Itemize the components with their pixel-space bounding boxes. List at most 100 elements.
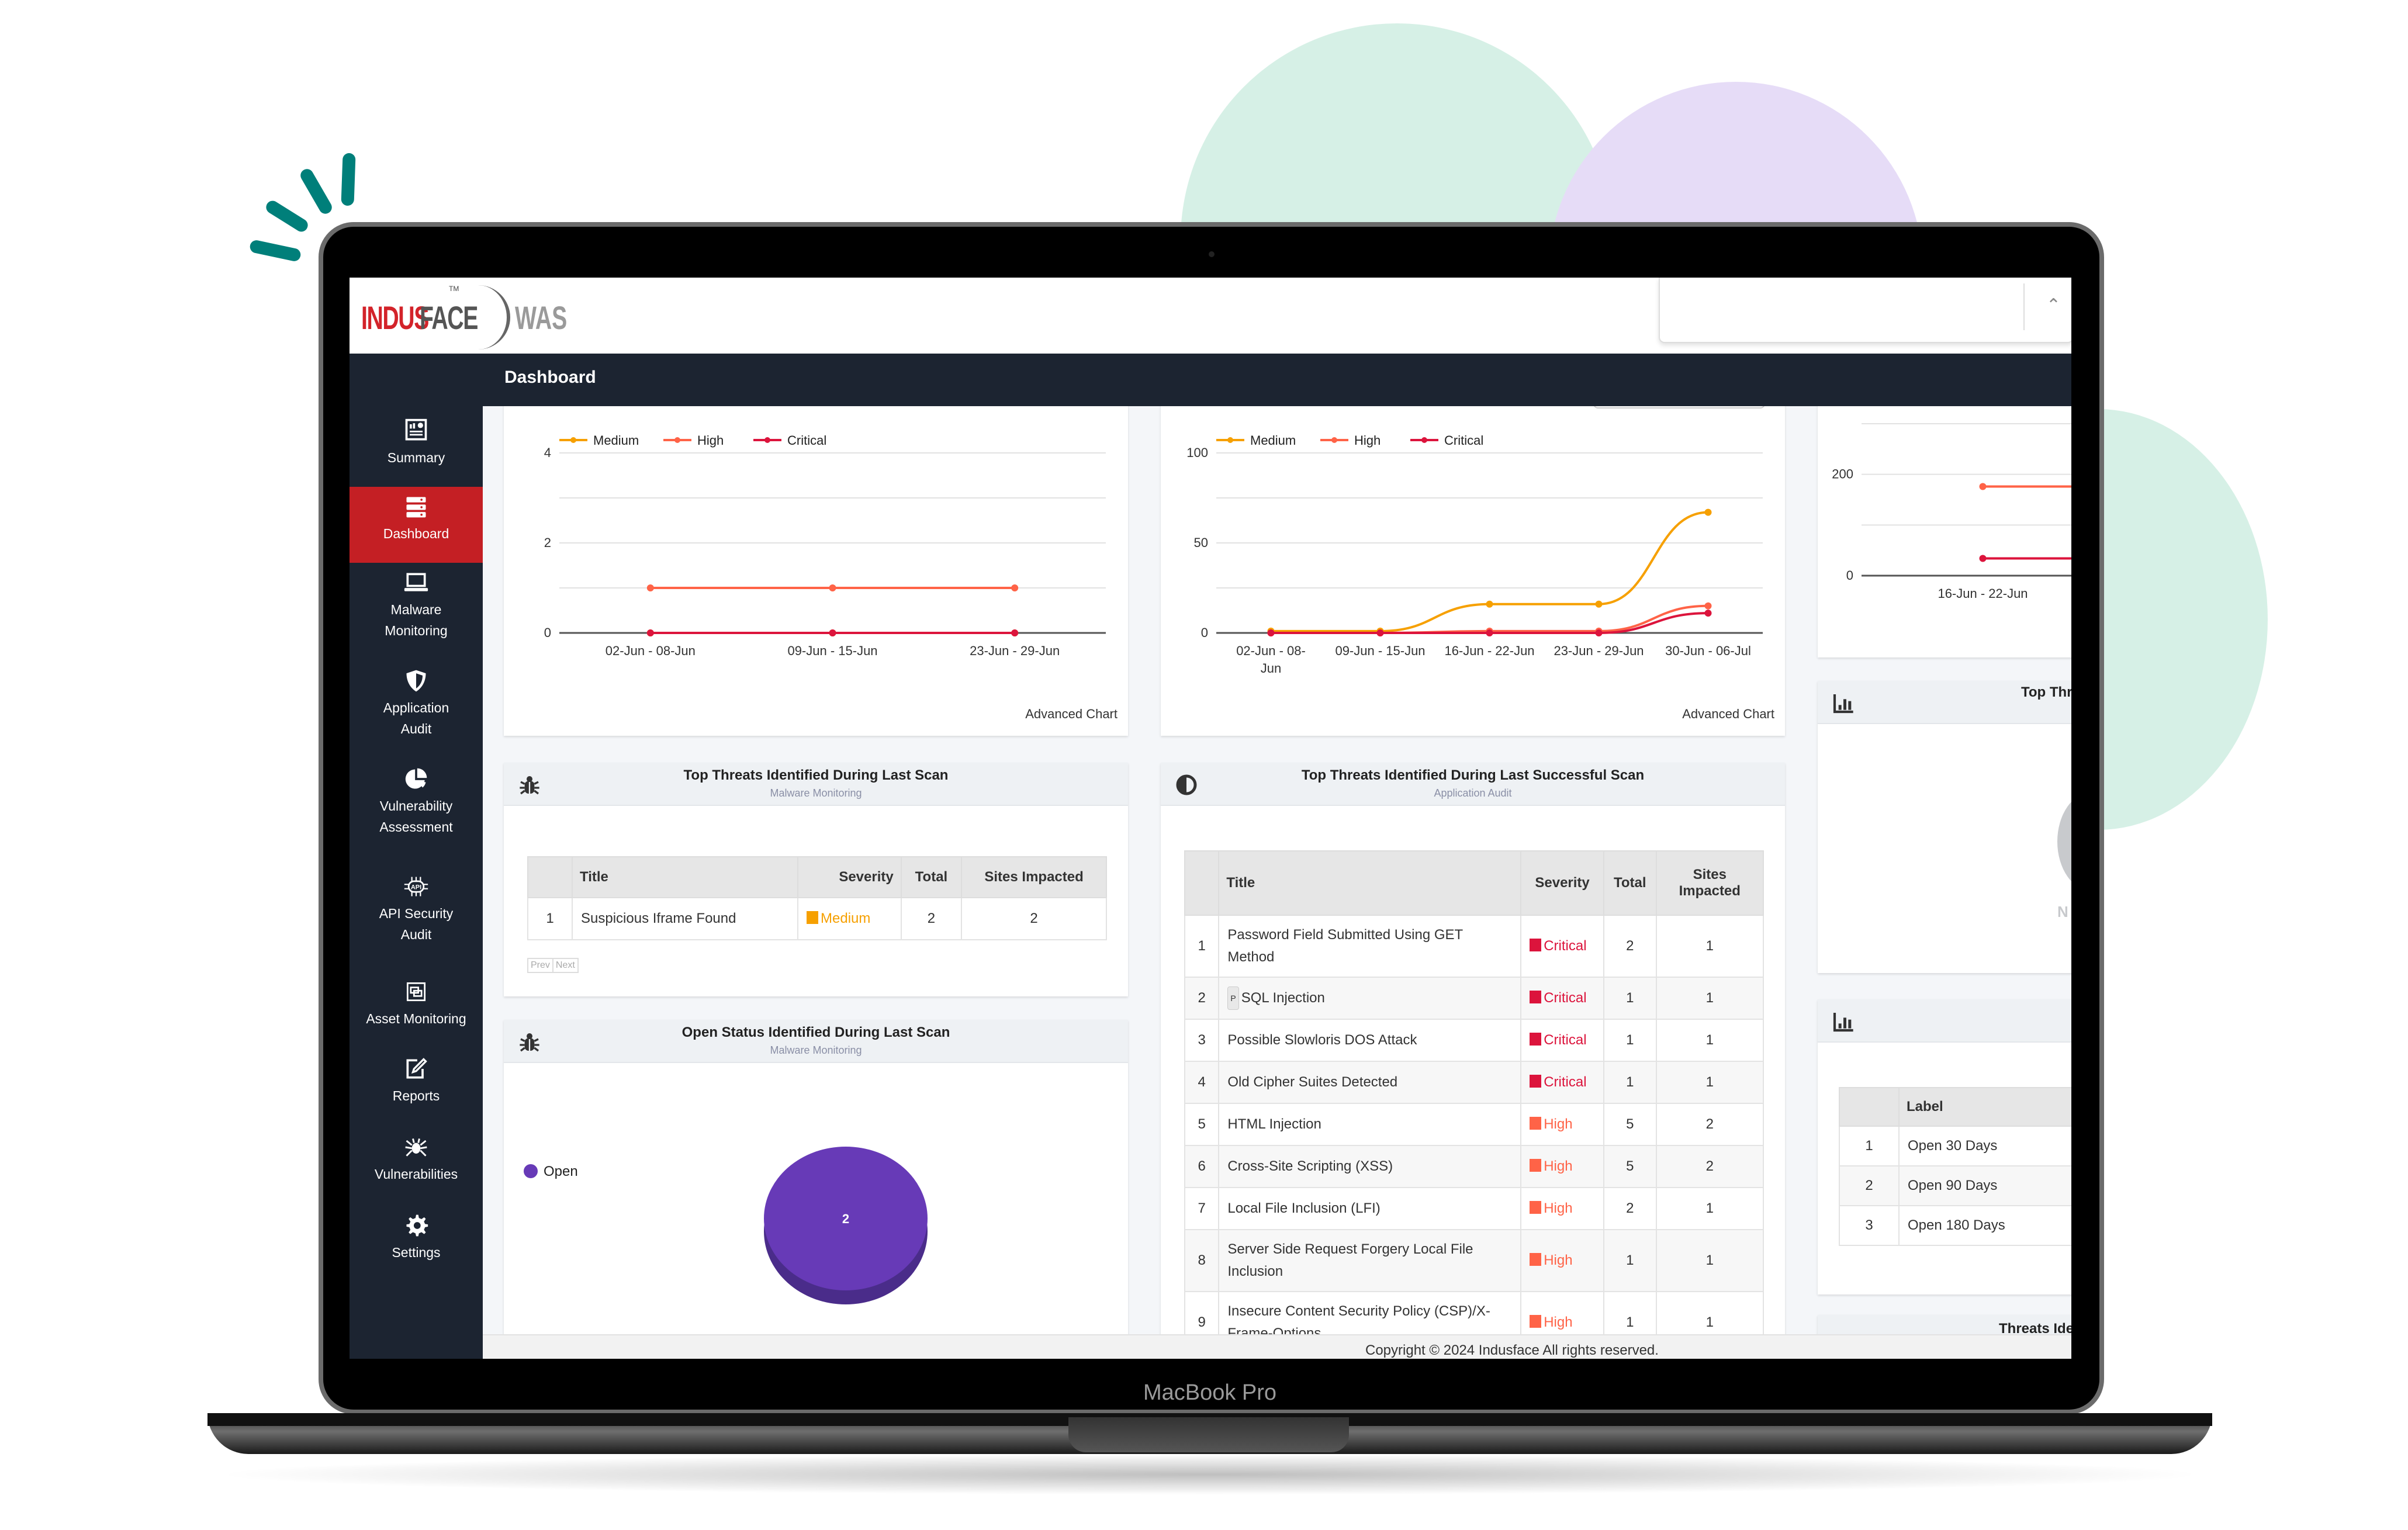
data-point-critical bbox=[646, 629, 654, 636]
cell-sites-impacted: 1 bbox=[1655, 1187, 1765, 1230]
legend-swatch-dot bbox=[570, 437, 576, 443]
sidebar-item-application-audit[interactable]: Application Audit bbox=[350, 668, 483, 739]
threat-title[interactable]: Possible Slowloris DOS Attack bbox=[1227, 1032, 1417, 1048]
brand-logo[interactable]: INDUS FACE WAS TM bbox=[361, 285, 590, 349]
panel-title: Open Status Identified During Last Scan bbox=[681, 1024, 950, 1040]
cell-severity: Critical bbox=[1520, 1019, 1604, 1062]
legend-item-medium: Medium bbox=[1216, 433, 1296, 448]
logo-arc bbox=[474, 285, 510, 349]
cell-title: Cross-Site Scripting (XSS) bbox=[1218, 1145, 1522, 1188]
table-row[interactable]: 3 Possible Slowloris DOS Attack Critical 1 1 bbox=[1184, 1019, 1765, 1062]
severity-label: High bbox=[1544, 1158, 1573, 1174]
summary-icon bbox=[405, 418, 427, 441]
panel-subtitle: Malware Monitoring bbox=[770, 1044, 862, 1056]
cell-total: 5 bbox=[1603, 1145, 1657, 1188]
legend-item-open: Open bbox=[524, 1164, 578, 1179]
spider-icon bbox=[405, 1138, 427, 1157]
prev-button[interactable]: Prev bbox=[528, 959, 552, 972]
cell-sites-impacted: 1 bbox=[1655, 977, 1765, 1020]
table-row[interactable]: 8 Server Side Request Forgery Local File … bbox=[1184, 1229, 1765, 1292]
table-row[interactable]: 1 Open 30 Days bbox=[1839, 1126, 2071, 1166]
legend-swatch-dot bbox=[1227, 437, 1233, 443]
account-select[interactable]: ⌃ bbox=[1659, 278, 2071, 343]
chevron-up-icon[interactable]: ⌃ bbox=[2046, 295, 2061, 316]
severity-label: High bbox=[1544, 1116, 1573, 1132]
col-title: Title bbox=[572, 856, 798, 898]
cell-index: 5 bbox=[1184, 1103, 1220, 1146]
cell-title: Possible Slowloris DOS Attack bbox=[1218, 1019, 1522, 1062]
cell-label: Open 90 Days bbox=[1898, 1165, 2071, 1206]
laptop-notch bbox=[1068, 1417, 1349, 1452]
copyright-text: Copyright © 2024 Indusface All rights re… bbox=[1365, 1342, 1659, 1358]
y-tick-label: 4 bbox=[544, 445, 551, 460]
data-point-critical bbox=[1267, 629, 1275, 636]
cell-severity: High bbox=[1520, 1103, 1604, 1146]
legend-swatch-dot bbox=[1421, 437, 1427, 443]
data-point-high bbox=[829, 584, 836, 591]
threat-title[interactable]: Cross-Site Scripting (XSS) bbox=[1227, 1158, 1393, 1174]
x-tick-label: 02-Jun - 08- bbox=[1236, 643, 1306, 658]
severity-swatch bbox=[1530, 1033, 1542, 1046]
threat-title[interactable]: Local File Inclusion (LFI) bbox=[1227, 1200, 1380, 1216]
shield-icon bbox=[406, 670, 426, 692]
advanced-chart-link[interactable]: Advanced Chart bbox=[1682, 707, 1774, 721]
table-row[interactable]: 3 Open 180 Days bbox=[1839, 1205, 2071, 1246]
data-point-critical bbox=[1486, 629, 1493, 636]
cell-sites-impacted: 2 bbox=[961, 897, 1107, 940]
table-row[interactable]: 7 Local File Inclusion (LFI) High 2 1 bbox=[1184, 1187, 1765, 1230]
table-row[interactable]: 5 HTML Injection High 5 2 bbox=[1184, 1103, 1765, 1146]
sidebar-item-malware-monitoring[interactable]: Malware Monitoring bbox=[350, 570, 483, 641]
table-row[interactable]: 4 Old Cipher Suites Detected Critical 1 1 bbox=[1184, 1061, 1765, 1104]
sidebar-item-vulnerability-assessment[interactable]: Vulnerability Assessment bbox=[350, 766, 483, 837]
sidebar-item-settings[interactable]: Settings bbox=[350, 1213, 483, 1263]
severity-swatch bbox=[807, 911, 818, 924]
threat-title[interactable]: HTML Injection bbox=[1227, 1116, 1321, 1132]
sidebar-item-vulnerabilities[interactable]: Vulnerabilities bbox=[350, 1134, 483, 1185]
table-header-row: Label bbox=[1839, 1087, 2071, 1127]
y-tick-label: 0 bbox=[1846, 568, 1853, 583]
table-row[interactable]: 2 P SQL Injection Critical 1 1 bbox=[1184, 977, 1765, 1020]
threat-title[interactable]: SQL Injection bbox=[1241, 990, 1325, 1006]
threat-title[interactable]: Server Side Request Forgery Local File I… bbox=[1227, 1241, 1473, 1279]
cell-title: Local File Inclusion (LFI) bbox=[1218, 1187, 1522, 1230]
col-total: Total bbox=[900, 856, 963, 898]
next-button[interactable]: Next bbox=[552, 959, 577, 972]
cell-title: Password Field Submitted Using GET Metho… bbox=[1218, 915, 1522, 978]
panel-trend-chart-malware: 0 2 4 02-Jun - 08-Jun 09-Jun - 15-Jun 23-Jun … bbox=[504, 406, 1128, 736]
advanced-chart-link[interactable]: Advanced Chart bbox=[1025, 707, 1117, 721]
table-row[interactable]: 1 Password Field Submitted Using GET Meth… bbox=[1184, 915, 1765, 978]
severity-label: Critical bbox=[1544, 1032, 1587, 1048]
severity-label: High bbox=[1544, 1252, 1573, 1268]
sidebar-item-reports[interactable]: Reports bbox=[350, 1056, 483, 1106]
range-select[interactable] bbox=[1593, 406, 1765, 409]
panel-right-open-days: Label 1 Open 30 Days 2 Open 90 Days 3 Open 18… bbox=[1818, 999, 2071, 1294]
legend-label: Open bbox=[544, 1164, 578, 1179]
data-point-high bbox=[1979, 483, 1987, 490]
cell-title: HTML Injection bbox=[1218, 1103, 1522, 1146]
y-tick-label: 200 bbox=[1832, 467, 1853, 482]
x-tick-label: 16-Jun - 22-Jun bbox=[1444, 643, 1534, 658]
cell-title: Suspicious Iframe Found bbox=[572, 897, 798, 940]
sidebar-item-asset-monitoring[interactable]: Asset Monitoring bbox=[350, 979, 483, 1029]
table-row[interactable]: 1 Suspicious Iframe Found Medium 2 2 bbox=[527, 897, 1107, 940]
threat-title[interactable]: Old Cipher Suites Detected bbox=[1227, 1074, 1397, 1090]
table-row[interactable]: 2 Open 90 Days bbox=[1839, 1165, 2071, 1206]
table-row[interactable]: 6 Cross-Site Scripting (XSS) High 5 2 bbox=[1184, 1145, 1765, 1188]
sidebar-item-dashboard[interactable]: Dashboard bbox=[350, 487, 483, 563]
threat-title[interactable]: Password Field Submitted Using GET Metho… bbox=[1227, 927, 1462, 965]
panel-right-top-threats: Top Thr N bbox=[1818, 681, 2071, 973]
cell-index: 6 bbox=[1184, 1145, 1220, 1188]
y-tick-label: 100 bbox=[1186, 445, 1208, 460]
table-header-row: Title Severity Total Sites Impacted bbox=[1184, 850, 1765, 916]
data-point-medium bbox=[1595, 600, 1603, 608]
edit-icon bbox=[406, 1058, 427, 1079]
data-point-medium bbox=[1486, 600, 1493, 608]
sidebar-item-api-security-audit[interactable]: API API Security Audit bbox=[350, 874, 483, 945]
col-severity: Severity bbox=[1520, 850, 1604, 916]
priority-badge: P bbox=[1227, 986, 1239, 1010]
severity-swatch bbox=[1530, 1159, 1542, 1172]
pie-chart-open-status: Open 2 bbox=[524, 1147, 928, 1304]
x-tick-label: 23-Jun - 29-Jun bbox=[970, 643, 1060, 658]
sidebar-item-summary[interactable]: Summary bbox=[350, 411, 483, 487]
cell-severity: Medium bbox=[797, 897, 902, 940]
